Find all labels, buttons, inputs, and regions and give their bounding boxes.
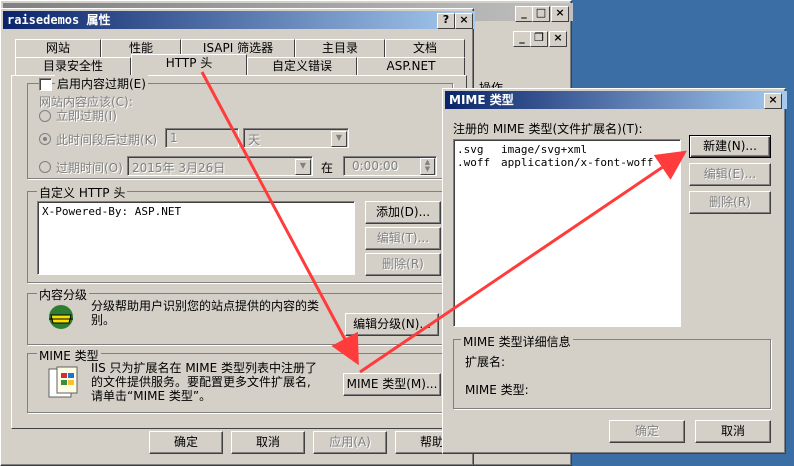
arrow-to-new-button: [359, 150, 687, 374]
arrow-to-mime-button: [200, 71, 359, 366]
annotation-arrows: [200, 71, 687, 374]
